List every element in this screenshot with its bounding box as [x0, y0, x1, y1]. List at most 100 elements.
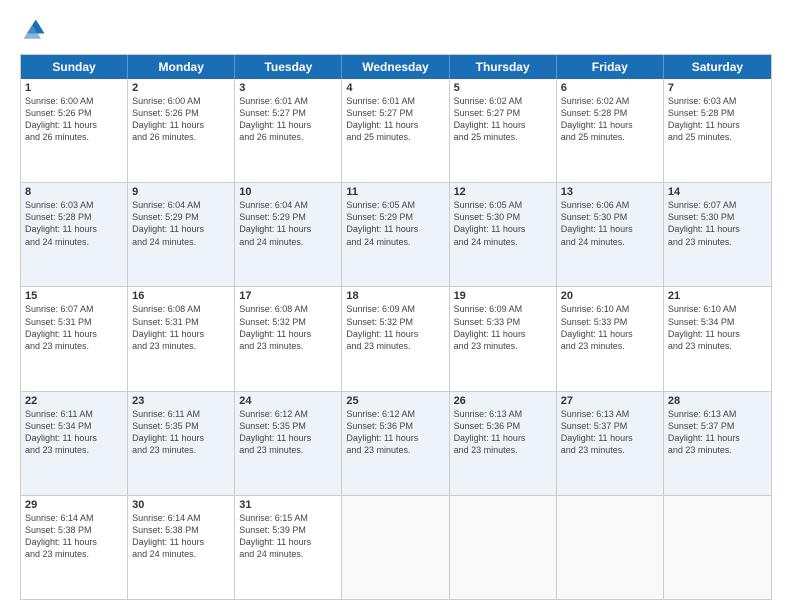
day-info: Sunrise: 6:05 AM Sunset: 5:30 PM Dayligh…	[454, 199, 552, 248]
day-cell-10: 10Sunrise: 6:04 AM Sunset: 5:29 PM Dayli…	[235, 183, 342, 286]
day-info: Sunrise: 6:03 AM Sunset: 5:28 PM Dayligh…	[668, 95, 767, 144]
day-info: Sunrise: 6:11 AM Sunset: 5:34 PM Dayligh…	[25, 408, 123, 457]
day-number: 14	[668, 186, 767, 198]
day-cell-14: 14Sunrise: 6:07 AM Sunset: 5:30 PM Dayli…	[664, 183, 771, 286]
calendar-week-2: 8Sunrise: 6:03 AM Sunset: 5:28 PM Daylig…	[21, 183, 771, 287]
day-cell-11: 11Sunrise: 6:05 AM Sunset: 5:29 PM Dayli…	[342, 183, 449, 286]
day-info: Sunrise: 6:05 AM Sunset: 5:29 PM Dayligh…	[346, 199, 444, 248]
day-cell-13: 13Sunrise: 6:06 AM Sunset: 5:30 PM Dayli…	[557, 183, 664, 286]
day-number: 2	[132, 82, 230, 94]
day-number: 23	[132, 395, 230, 407]
day-info: Sunrise: 6:14 AM Sunset: 5:38 PM Dayligh…	[132, 512, 230, 561]
day-number: 10	[239, 186, 337, 198]
day-cell-22: 22Sunrise: 6:11 AM Sunset: 5:34 PM Dayli…	[21, 392, 128, 495]
day-number: 17	[239, 290, 337, 302]
day-number: 31	[239, 499, 337, 511]
day-cell-30: 30Sunrise: 6:14 AM Sunset: 5:38 PM Dayli…	[128, 496, 235, 599]
weekday-header-friday: Friday	[557, 55, 664, 79]
day-info: Sunrise: 6:02 AM Sunset: 5:27 PM Dayligh…	[454, 95, 552, 144]
day-info: Sunrise: 6:00 AM Sunset: 5:26 PM Dayligh…	[132, 95, 230, 144]
day-cell-empty	[342, 496, 449, 599]
weekday-header-saturday: Saturday	[664, 55, 771, 79]
day-number: 12	[454, 186, 552, 198]
day-number: 6	[561, 82, 659, 94]
calendar-week-1: 1Sunrise: 6:00 AM Sunset: 5:26 PM Daylig…	[21, 79, 771, 183]
day-number: 3	[239, 82, 337, 94]
day-cell-empty	[557, 496, 664, 599]
day-info: Sunrise: 6:06 AM Sunset: 5:30 PM Dayligh…	[561, 199, 659, 248]
day-cell-2: 2Sunrise: 6:00 AM Sunset: 5:26 PM Daylig…	[128, 79, 235, 182]
day-info: Sunrise: 6:13 AM Sunset: 5:37 PM Dayligh…	[668, 408, 767, 457]
logo	[20, 16, 52, 44]
day-cell-empty	[664, 496, 771, 599]
day-number: 5	[454, 82, 552, 94]
weekday-header-monday: Monday	[128, 55, 235, 79]
day-cell-23: 23Sunrise: 6:11 AM Sunset: 5:35 PM Dayli…	[128, 392, 235, 495]
day-info: Sunrise: 6:04 AM Sunset: 5:29 PM Dayligh…	[239, 199, 337, 248]
day-cell-6: 6Sunrise: 6:02 AM Sunset: 5:28 PM Daylig…	[557, 79, 664, 182]
day-cell-18: 18Sunrise: 6:09 AM Sunset: 5:32 PM Dayli…	[342, 287, 449, 390]
day-info: Sunrise: 6:13 AM Sunset: 5:36 PM Dayligh…	[454, 408, 552, 457]
day-info: Sunrise: 6:09 AM Sunset: 5:32 PM Dayligh…	[346, 303, 444, 352]
day-info: Sunrise: 6:01 AM Sunset: 5:27 PM Dayligh…	[239, 95, 337, 144]
day-number: 30	[132, 499, 230, 511]
day-info: Sunrise: 6:10 AM Sunset: 5:33 PM Dayligh…	[561, 303, 659, 352]
day-cell-3: 3Sunrise: 6:01 AM Sunset: 5:27 PM Daylig…	[235, 79, 342, 182]
page: SundayMondayTuesdayWednesdayThursdayFrid…	[0, 0, 792, 612]
weekday-header-tuesday: Tuesday	[235, 55, 342, 79]
day-cell-20: 20Sunrise: 6:10 AM Sunset: 5:33 PM Dayli…	[557, 287, 664, 390]
day-cell-7: 7Sunrise: 6:03 AM Sunset: 5:28 PM Daylig…	[664, 79, 771, 182]
day-number: 15	[25, 290, 123, 302]
day-number: 26	[454, 395, 552, 407]
day-info: Sunrise: 6:10 AM Sunset: 5:34 PM Dayligh…	[668, 303, 767, 352]
day-info: Sunrise: 6:02 AM Sunset: 5:28 PM Dayligh…	[561, 95, 659, 144]
day-number: 1	[25, 82, 123, 94]
weekday-header-thursday: Thursday	[450, 55, 557, 79]
day-cell-27: 27Sunrise: 6:13 AM Sunset: 5:37 PM Dayli…	[557, 392, 664, 495]
weekday-header-sunday: Sunday	[21, 55, 128, 79]
day-info: Sunrise: 6:00 AM Sunset: 5:26 PM Dayligh…	[25, 95, 123, 144]
day-cell-29: 29Sunrise: 6:14 AM Sunset: 5:38 PM Dayli…	[21, 496, 128, 599]
day-number: 25	[346, 395, 444, 407]
day-number: 16	[132, 290, 230, 302]
day-cell-1: 1Sunrise: 6:00 AM Sunset: 5:26 PM Daylig…	[21, 79, 128, 182]
day-number: 27	[561, 395, 659, 407]
day-info: Sunrise: 6:04 AM Sunset: 5:29 PM Dayligh…	[132, 199, 230, 248]
day-cell-9: 9Sunrise: 6:04 AM Sunset: 5:29 PM Daylig…	[128, 183, 235, 286]
calendar-header: SundayMondayTuesdayWednesdayThursdayFrid…	[21, 55, 771, 79]
day-cell-empty	[450, 496, 557, 599]
day-number: 24	[239, 395, 337, 407]
weekday-header-wednesday: Wednesday	[342, 55, 449, 79]
day-info: Sunrise: 6:11 AM Sunset: 5:35 PM Dayligh…	[132, 408, 230, 457]
logo-icon	[20, 16, 48, 44]
day-number: 22	[25, 395, 123, 407]
day-info: Sunrise: 6:15 AM Sunset: 5:39 PM Dayligh…	[239, 512, 337, 561]
day-info: Sunrise: 6:14 AM Sunset: 5:38 PM Dayligh…	[25, 512, 123, 561]
day-info: Sunrise: 6:09 AM Sunset: 5:33 PM Dayligh…	[454, 303, 552, 352]
day-number: 8	[25, 186, 123, 198]
day-number: 20	[561, 290, 659, 302]
day-cell-5: 5Sunrise: 6:02 AM Sunset: 5:27 PM Daylig…	[450, 79, 557, 182]
day-info: Sunrise: 6:12 AM Sunset: 5:36 PM Dayligh…	[346, 408, 444, 457]
day-number: 28	[668, 395, 767, 407]
day-info: Sunrise: 6:08 AM Sunset: 5:31 PM Dayligh…	[132, 303, 230, 352]
day-info: Sunrise: 6:08 AM Sunset: 5:32 PM Dayligh…	[239, 303, 337, 352]
day-number: 13	[561, 186, 659, 198]
day-cell-26: 26Sunrise: 6:13 AM Sunset: 5:36 PM Dayli…	[450, 392, 557, 495]
day-info: Sunrise: 6:12 AM Sunset: 5:35 PM Dayligh…	[239, 408, 337, 457]
day-number: 11	[346, 186, 444, 198]
day-cell-28: 28Sunrise: 6:13 AM Sunset: 5:37 PM Dayli…	[664, 392, 771, 495]
day-info: Sunrise: 6:07 AM Sunset: 5:30 PM Dayligh…	[668, 199, 767, 248]
header	[20, 16, 772, 44]
day-cell-15: 15Sunrise: 6:07 AM Sunset: 5:31 PM Dayli…	[21, 287, 128, 390]
day-cell-25: 25Sunrise: 6:12 AM Sunset: 5:36 PM Dayli…	[342, 392, 449, 495]
day-number: 4	[346, 82, 444, 94]
day-cell-21: 21Sunrise: 6:10 AM Sunset: 5:34 PM Dayli…	[664, 287, 771, 390]
day-number: 9	[132, 186, 230, 198]
day-cell-24: 24Sunrise: 6:12 AM Sunset: 5:35 PM Dayli…	[235, 392, 342, 495]
calendar: SundayMondayTuesdayWednesdayThursdayFrid…	[20, 54, 772, 600]
day-info: Sunrise: 6:01 AM Sunset: 5:27 PM Dayligh…	[346, 95, 444, 144]
day-cell-16: 16Sunrise: 6:08 AM Sunset: 5:31 PM Dayli…	[128, 287, 235, 390]
day-cell-4: 4Sunrise: 6:01 AM Sunset: 5:27 PM Daylig…	[342, 79, 449, 182]
day-cell-8: 8Sunrise: 6:03 AM Sunset: 5:28 PM Daylig…	[21, 183, 128, 286]
